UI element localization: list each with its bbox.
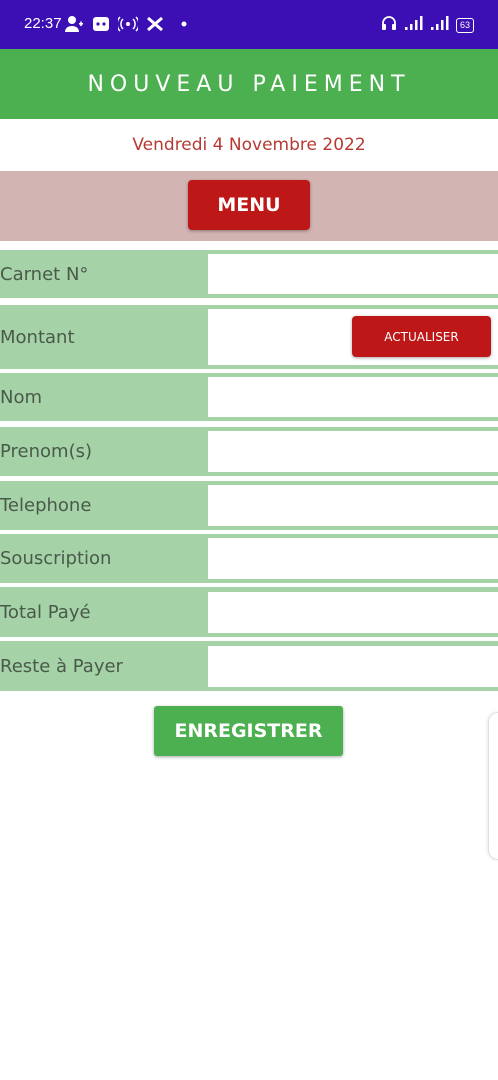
edge-panel-handle[interactable] [488,712,498,860]
form-row-total-paye: Total Payé [0,587,498,637]
prenom-label: Prenom(s) [0,441,92,462]
signal-icon [404,15,424,35]
nom-input[interactable] [208,377,498,417]
hotspot-icon [118,14,138,34]
form-row-nom: Nom [0,373,498,421]
telephone-label: Telephone [0,495,92,516]
save-button[interactable]: ENREGISTRER [154,706,343,756]
form-row-prenom: Prenom(s) [0,427,498,476]
total-paye-input[interactable] [208,592,498,633]
reste-a-payer-label: Reste à Payer [0,655,123,677]
battery-icon: 63 [455,17,474,33]
x-icon [146,14,164,34]
battery-level: 63 [459,20,470,30]
souscription-input[interactable] [208,538,498,579]
carnet-input[interactable] [208,254,498,294]
form-row-reste-a-payer: Reste à Payer [0,641,498,691]
headset-icon [380,14,398,36]
menu-band: MENU [0,171,498,241]
refresh-button[interactable]: ACTUALISER [352,316,491,357]
menu-button[interactable]: MENU [188,180,310,230]
app-header: NOUVEAU PAIEMENT [0,49,498,119]
person-add-icon [64,14,84,34]
dot-icon [180,14,188,34]
telephone-input[interactable] [208,485,498,526]
date-label: Vendredi 4 Novembre 2022 [132,135,366,155]
souscription-label: Souscription [0,548,112,569]
form-row-souscription: Souscription [0,534,498,583]
signal-icon [430,15,450,35]
gamepad-icon [92,14,110,34]
carnet-label: Carnet N° [0,263,89,285]
page-title: NOUVEAU PAIEMENT [87,71,411,97]
clock: 22:37 [24,15,62,32]
total-paye-label: Total Payé [0,601,91,623]
form-row-carnet: Carnet N° [0,250,498,298]
form-row-telephone: Telephone [0,481,498,530]
montant-label: Montant [0,326,75,348]
prenom-input[interactable] [208,431,498,472]
status-bar: 22:37 63 [0,0,498,49]
reste-a-payer-input[interactable] [208,646,498,687]
nom-label: Nom [0,386,43,408]
